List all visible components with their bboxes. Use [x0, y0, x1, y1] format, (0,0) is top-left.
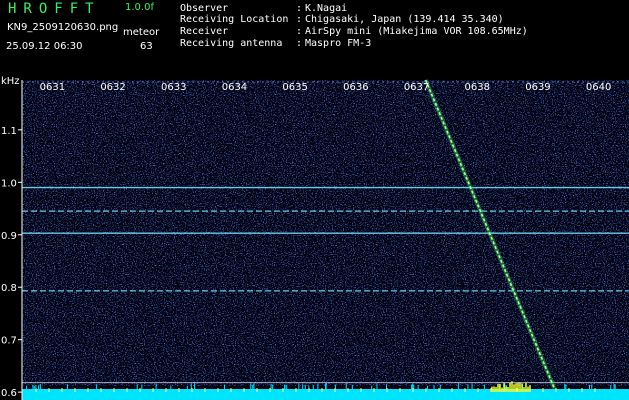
bottom-band-fill	[22, 389, 629, 400]
x-tick-label: 0640	[586, 82, 611, 93]
x-tick-label: 0638	[465, 82, 490, 93]
y-tick-label: 1.0	[1, 178, 17, 189]
spectrogram-plot: kHz 1.1 1.0 0.9 0.8 0.7 0.6 0631 0632 0633 0634 063…	[0, 0, 629, 400]
x-tick-label: 0636	[343, 82, 368, 93]
x-tick-label: 0632	[100, 82, 125, 93]
y-axis-label: kHz	[1, 76, 20, 87]
y-tick-label: 0.9	[1, 231, 17, 242]
y-tick-label: 0.8	[1, 283, 17, 294]
x-tick-label: 0639	[525, 82, 550, 93]
x-tick-label: 0637	[404, 82, 429, 93]
x-tick-label: 0635	[282, 82, 307, 93]
y-tick-label: 0.7	[1, 336, 17, 347]
x-tick-label: 0631	[40, 82, 65, 93]
x-tick-label: 0634	[222, 82, 247, 93]
x-tick-label: 0633	[161, 82, 186, 93]
y-tick-label: 0.6	[1, 388, 17, 399]
y-tick-label: 1.1	[1, 126, 17, 137]
